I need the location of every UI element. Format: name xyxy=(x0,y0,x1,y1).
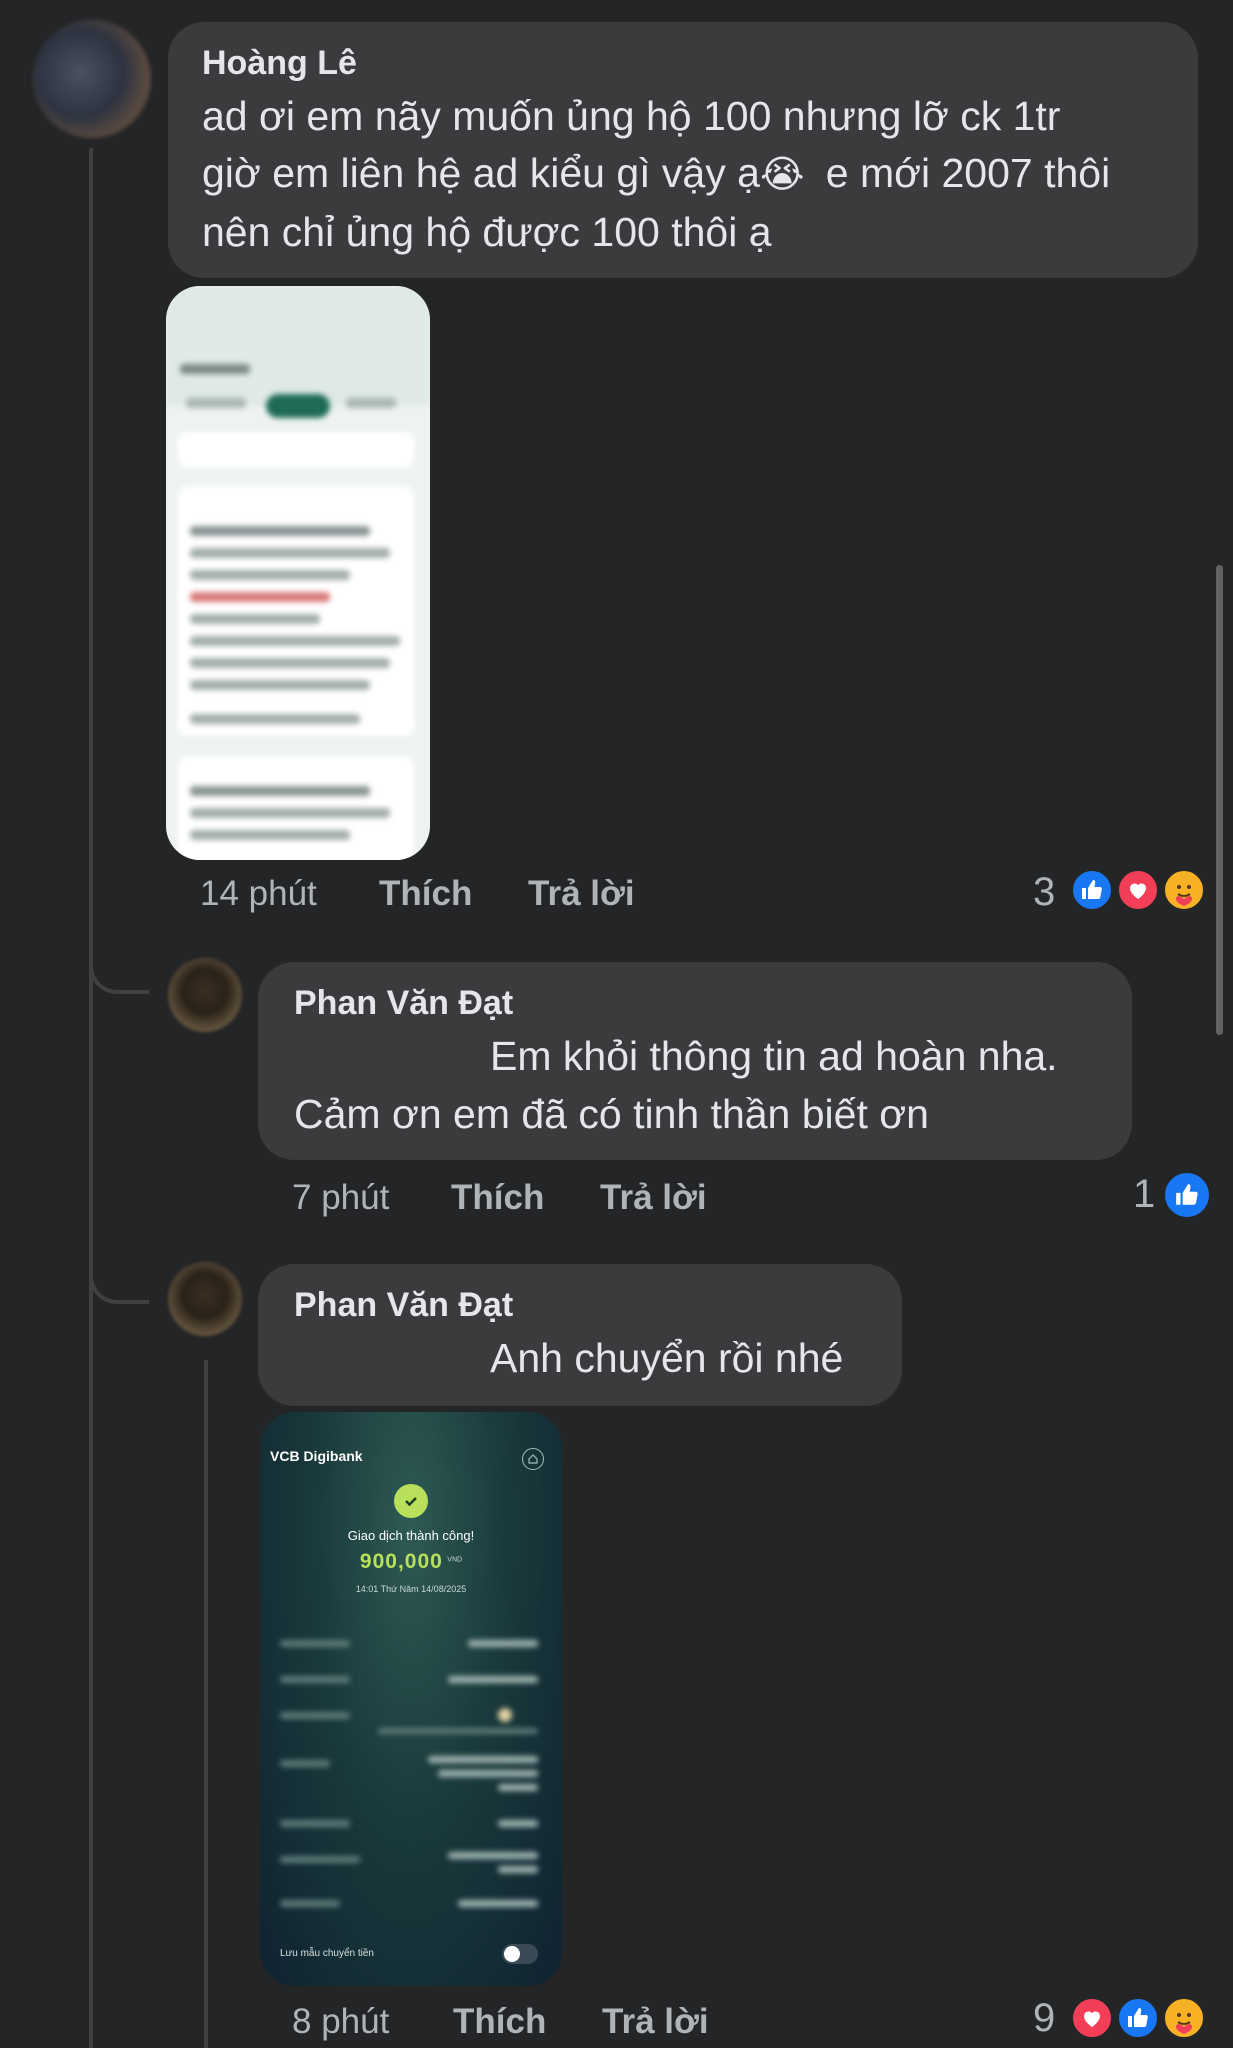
comment-timestamp: 8 phút xyxy=(292,2002,390,2041)
attached-receipt[interactable]: VCB Digibank Giao dịch thành công! 900,0… xyxy=(260,1412,562,1986)
receipt-details xyxy=(268,1624,554,1944)
reply-button[interactable]: Trả lời xyxy=(602,2002,709,2042)
comment-author[interactable]: Phan Văn Đạt xyxy=(294,1286,513,1325)
save-template-label: Lưu mẫu chuyển tiền xyxy=(280,1948,374,1959)
comment-bubble[interactable]: Phan Văn Đạt Anh chuyển rồi nhé xyxy=(258,1264,902,1406)
comment-timestamp: 14 phút xyxy=(200,874,317,913)
reply-connector xyxy=(89,930,149,994)
reactions[interactable] xyxy=(1070,868,1210,916)
thread-line xyxy=(89,148,93,2048)
like-reaction-icon[interactable] xyxy=(1162,1170,1212,1220)
amount-row: 900,000 VND xyxy=(260,1550,562,1574)
reaction-count[interactable]: 9 xyxy=(1033,1996,1055,2041)
comment-bubble[interactable]: Hoàng Lê ad ơi em nãy muốn ủng hộ 100 nh… xyxy=(168,22,1198,278)
comment-timestamp: 7 phút xyxy=(292,1178,390,1217)
like-button[interactable]: Thích xyxy=(379,874,472,914)
comment-line: giờ em liên hệ ad kiểu gì vậy ạ😭 e mới 2… xyxy=(202,150,1111,196)
reply-button[interactable]: Trả lời xyxy=(528,874,635,914)
comment-author[interactable]: Hoàng Lê xyxy=(202,44,357,83)
reaction-count[interactable]: 1 xyxy=(1133,1172,1155,1217)
like-button[interactable]: Thích xyxy=(453,2002,546,2042)
reactions[interactable] xyxy=(1070,1996,1210,2044)
like-reaction-icon xyxy=(1116,1996,1160,2040)
transaction-datetime: 14:01 Thứ Năm 14/08/2025 xyxy=(355,1584,467,1594)
love-reaction-icon xyxy=(1116,868,1160,912)
avatar[interactable] xyxy=(168,958,242,1032)
comment-line: Em khỏi thông tin ad hoàn nha. xyxy=(490,1033,1058,1079)
comment-line: Cảm ơn em đã có tinh thần biết ơn xyxy=(294,1091,929,1137)
reply-button[interactable]: Trả lời xyxy=(600,1178,707,1218)
care-reaction-icon xyxy=(1162,1996,1206,2040)
transaction-status: Giao dịch thành công! xyxy=(347,1528,475,1543)
crying-emoji-icon: 😭 xyxy=(759,154,805,196)
comment-author[interactable]: Phan Văn Đạt xyxy=(294,984,513,1023)
attached-screenshot[interactable] xyxy=(166,286,430,860)
avatar[interactable] xyxy=(168,1262,242,1336)
transaction-amount: 900,000 xyxy=(359,1550,443,1573)
currency: VND xyxy=(447,1556,463,1564)
thread-line xyxy=(204,1360,208,2048)
care-reaction-icon xyxy=(1162,868,1206,912)
like-button[interactable]: Thích xyxy=(451,1178,544,1218)
comment-bubble[interactable]: Phan Văn Đạt Em khỏi thông tin ad hoàn n… xyxy=(258,962,1132,1160)
comment-line: ad ơi em nãy muốn ủng hộ 100 nhưng lỡ ck… xyxy=(202,93,1061,139)
like-reaction-icon xyxy=(1070,868,1114,912)
comment-line: nên chỉ ủng hộ được 100 thôi ạ xyxy=(202,209,772,255)
avatar[interactable] xyxy=(33,20,151,138)
reaction-count[interactable]: 3 xyxy=(1033,870,1055,915)
save-template-toggle[interactable] xyxy=(502,1944,538,1964)
bank-logo: VCB Digibank xyxy=(270,1448,363,1464)
comment-text: ad ơi em nãy muốn ủng hộ 100 nhưng lỡ ck… xyxy=(202,88,1192,261)
home-icon[interactable] xyxy=(522,1448,544,1470)
scrollbar[interactable] xyxy=(1216,565,1223,1035)
comment-line: Anh chuyển rồi nhé xyxy=(490,1335,844,1381)
love-reaction-icon xyxy=(1070,1996,1114,2040)
success-check-icon xyxy=(394,1484,428,1518)
reply-connector xyxy=(89,1240,149,1304)
